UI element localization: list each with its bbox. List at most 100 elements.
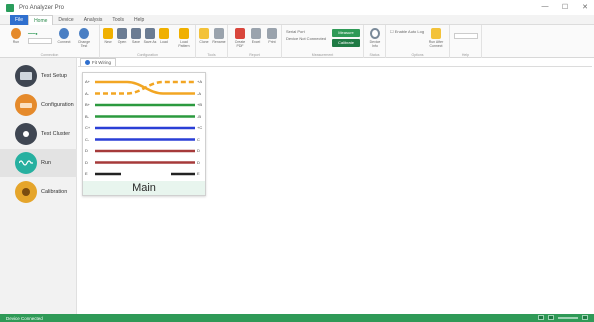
ribbon: Run ━━━● Connect Change Test Connection … — [0, 25, 594, 58]
status-text: Device Connected — [6, 315, 43, 321]
change-test-button[interactable]: Change Test — [76, 28, 92, 48]
document-tab[interactable]: Fit Wiring — [80, 58, 116, 66]
open-icon — [117, 28, 127, 39]
create-pdf-button[interactable]: Create PDF — [232, 28, 248, 48]
lightbulb-icon — [431, 28, 441, 39]
wire-label-left: A+ — [85, 79, 91, 84]
view-normal-icon[interactable] — [538, 315, 544, 320]
wiring-card-title: Main — [83, 181, 205, 195]
print-button[interactable]: Print — [264, 28, 280, 44]
tab-divider — [78, 66, 592, 67]
clone-button[interactable]: Clone — [196, 28, 212, 44]
title-bar: Pro Analyzer Pro — ☐ ✕ — [0, 0, 594, 15]
waveform-icon — [15, 152, 37, 174]
sidebar: Test Setup Configuration Test Cluster Ru… — [0, 58, 77, 314]
ribbon-group-report: Create PDF Excel Print Report — [228, 25, 282, 58]
clone-icon — [199, 28, 209, 39]
pdf-icon — [235, 28, 245, 39]
app-icon — [6, 3, 14, 12]
wire-label-left: C+ — [85, 125, 91, 130]
help-search-input[interactable] — [454, 33, 478, 39]
connection-state-indicator: ━━━● — [28, 31, 38, 36]
ribbon-tabs: File Home Device Analysis Tools Help — [0, 15, 594, 25]
sidebar-item-test-setup[interactable]: Test Setup — [0, 62, 77, 90]
excel-button[interactable]: Excel — [248, 28, 264, 44]
wire-label-right: +B — [197, 102, 203, 107]
save-as-icon — [145, 28, 155, 39]
device-info-icon — [370, 28, 380, 39]
change-test-icon — [79, 28, 89, 39]
auto-log-checkbox[interactable]: ☐ Enable Auto Log — [390, 29, 424, 34]
device-status-text: Device Not Connected — [286, 36, 327, 41]
wire-label-left: B- — [85, 113, 89, 119]
maximize-icon[interactable]: ☐ — [560, 3, 570, 11]
ribbon-group-status: Device Info Status — [364, 25, 386, 58]
tab-file[interactable]: File — [10, 15, 29, 25]
view-layout-icon[interactable] — [548, 315, 554, 320]
ribbon-group-options: ☐ Enable Auto Log Run After Connect Opti… — [386, 25, 450, 58]
window-controls: — ☐ ✕ — [540, 3, 590, 11]
save-icon — [131, 28, 141, 39]
rename-button[interactable]: Rename — [211, 28, 227, 44]
tab-help[interactable]: Help — [129, 15, 149, 25]
zoom-slider[interactable] — [558, 316, 578, 319]
wire-label-right: +A — [197, 79, 203, 84]
wire-label-left: D — [85, 159, 88, 165]
sidebar-item-configuration[interactable]: Configuration — [0, 91, 77, 119]
wire-label-right: +C — [197, 125, 203, 130]
ribbon-group-connection: Run ━━━● Connect Change Test Connection — [0, 25, 100, 58]
wire-label-left: A- — [85, 90, 89, 96]
print-icon — [267, 28, 277, 39]
tab-home[interactable]: Home — [28, 15, 54, 25]
main-content: Fit Wiring Main A+ +A A- -A B+ +B B- -B C+ +C C- C D… — [78, 58, 592, 314]
new-file-icon — [103, 28, 113, 39]
minimize-icon[interactable]: — — [540, 3, 550, 11]
monitor-icon — [15, 65, 37, 87]
close-icon[interactable]: ✕ — [580, 3, 590, 11]
window-title: Pro Analyzer Pro — [19, 4, 65, 11]
serial-port-select[interactable] — [28, 38, 52, 44]
wire-label-right: C — [197, 136, 200, 142]
wire-label-right: -B — [197, 113, 201, 119]
wire-label-right: D — [197, 148, 200, 153]
tab-device[interactable]: Device — [53, 15, 78, 25]
wire-label-right: -A — [197, 90, 201, 96]
ribbon-group-measurement: Serial Port Device Not Connected Measure… — [282, 25, 364, 58]
ribbon-group-configuration: New Open Save Save As Load Load Pattern … — [100, 25, 196, 58]
wire-label-right: E — [197, 171, 200, 176]
wire-label-left: B+ — [85, 102, 91, 107]
sidebar-item-run[interactable]: Run — [0, 149, 77, 177]
device-info-button[interactable]: Device Info — [367, 28, 383, 48]
run-icon — [11, 28, 21, 39]
excel-icon — [251, 28, 261, 39]
sidebar-item-test-cluster[interactable]: Test Cluster — [0, 120, 77, 148]
view-fit-icon[interactable] — [582, 315, 588, 320]
wiring-tab-icon — [85, 60, 90, 65]
cluster-icon — [15, 123, 37, 145]
wire-1 — [95, 80, 195, 95]
calibrate-button[interactable]: Calibrate — [332, 39, 360, 47]
tab-analysis[interactable]: Analysis — [79, 15, 108, 25]
measure-button[interactable]: Measure — [332, 29, 360, 37]
config-icon — [15, 94, 37, 116]
tab-tools[interactable]: Tools — [107, 15, 129, 25]
wiring-card[interactable]: Main A+ +A A- -A B+ +B B- -B C+ +C C- C D D D D E E — [82, 72, 206, 196]
pattern-icon — [179, 28, 189, 39]
calibration-icon — [15, 181, 37, 203]
wiring-diagram — [95, 80, 195, 176]
connect-button[interactable]: Connect — [56, 28, 72, 44]
ribbon-group-help: Help — [450, 25, 482, 58]
run-after-connect-button[interactable]: Run After Connect — [426, 28, 446, 48]
ribbon-group-tools: Clone Rename Tools — [196, 25, 228, 58]
wire-label-left: E — [85, 171, 88, 176]
run-button[interactable]: Run — [8, 28, 24, 44]
load-button[interactable]: Load — [156, 28, 172, 44]
status-controls — [538, 315, 588, 320]
connect-icon — [59, 28, 69, 39]
wire-label-left: D — [85, 148, 88, 153]
status-bar: Device Connected — [0, 314, 594, 322]
rename-icon — [214, 28, 224, 39]
wire-label-left: C- — [85, 136, 90, 142]
sidebar-item-calibration[interactable]: Calibration — [0, 178, 77, 206]
load-pattern-button[interactable]: Load Pattern — [174, 28, 194, 48]
